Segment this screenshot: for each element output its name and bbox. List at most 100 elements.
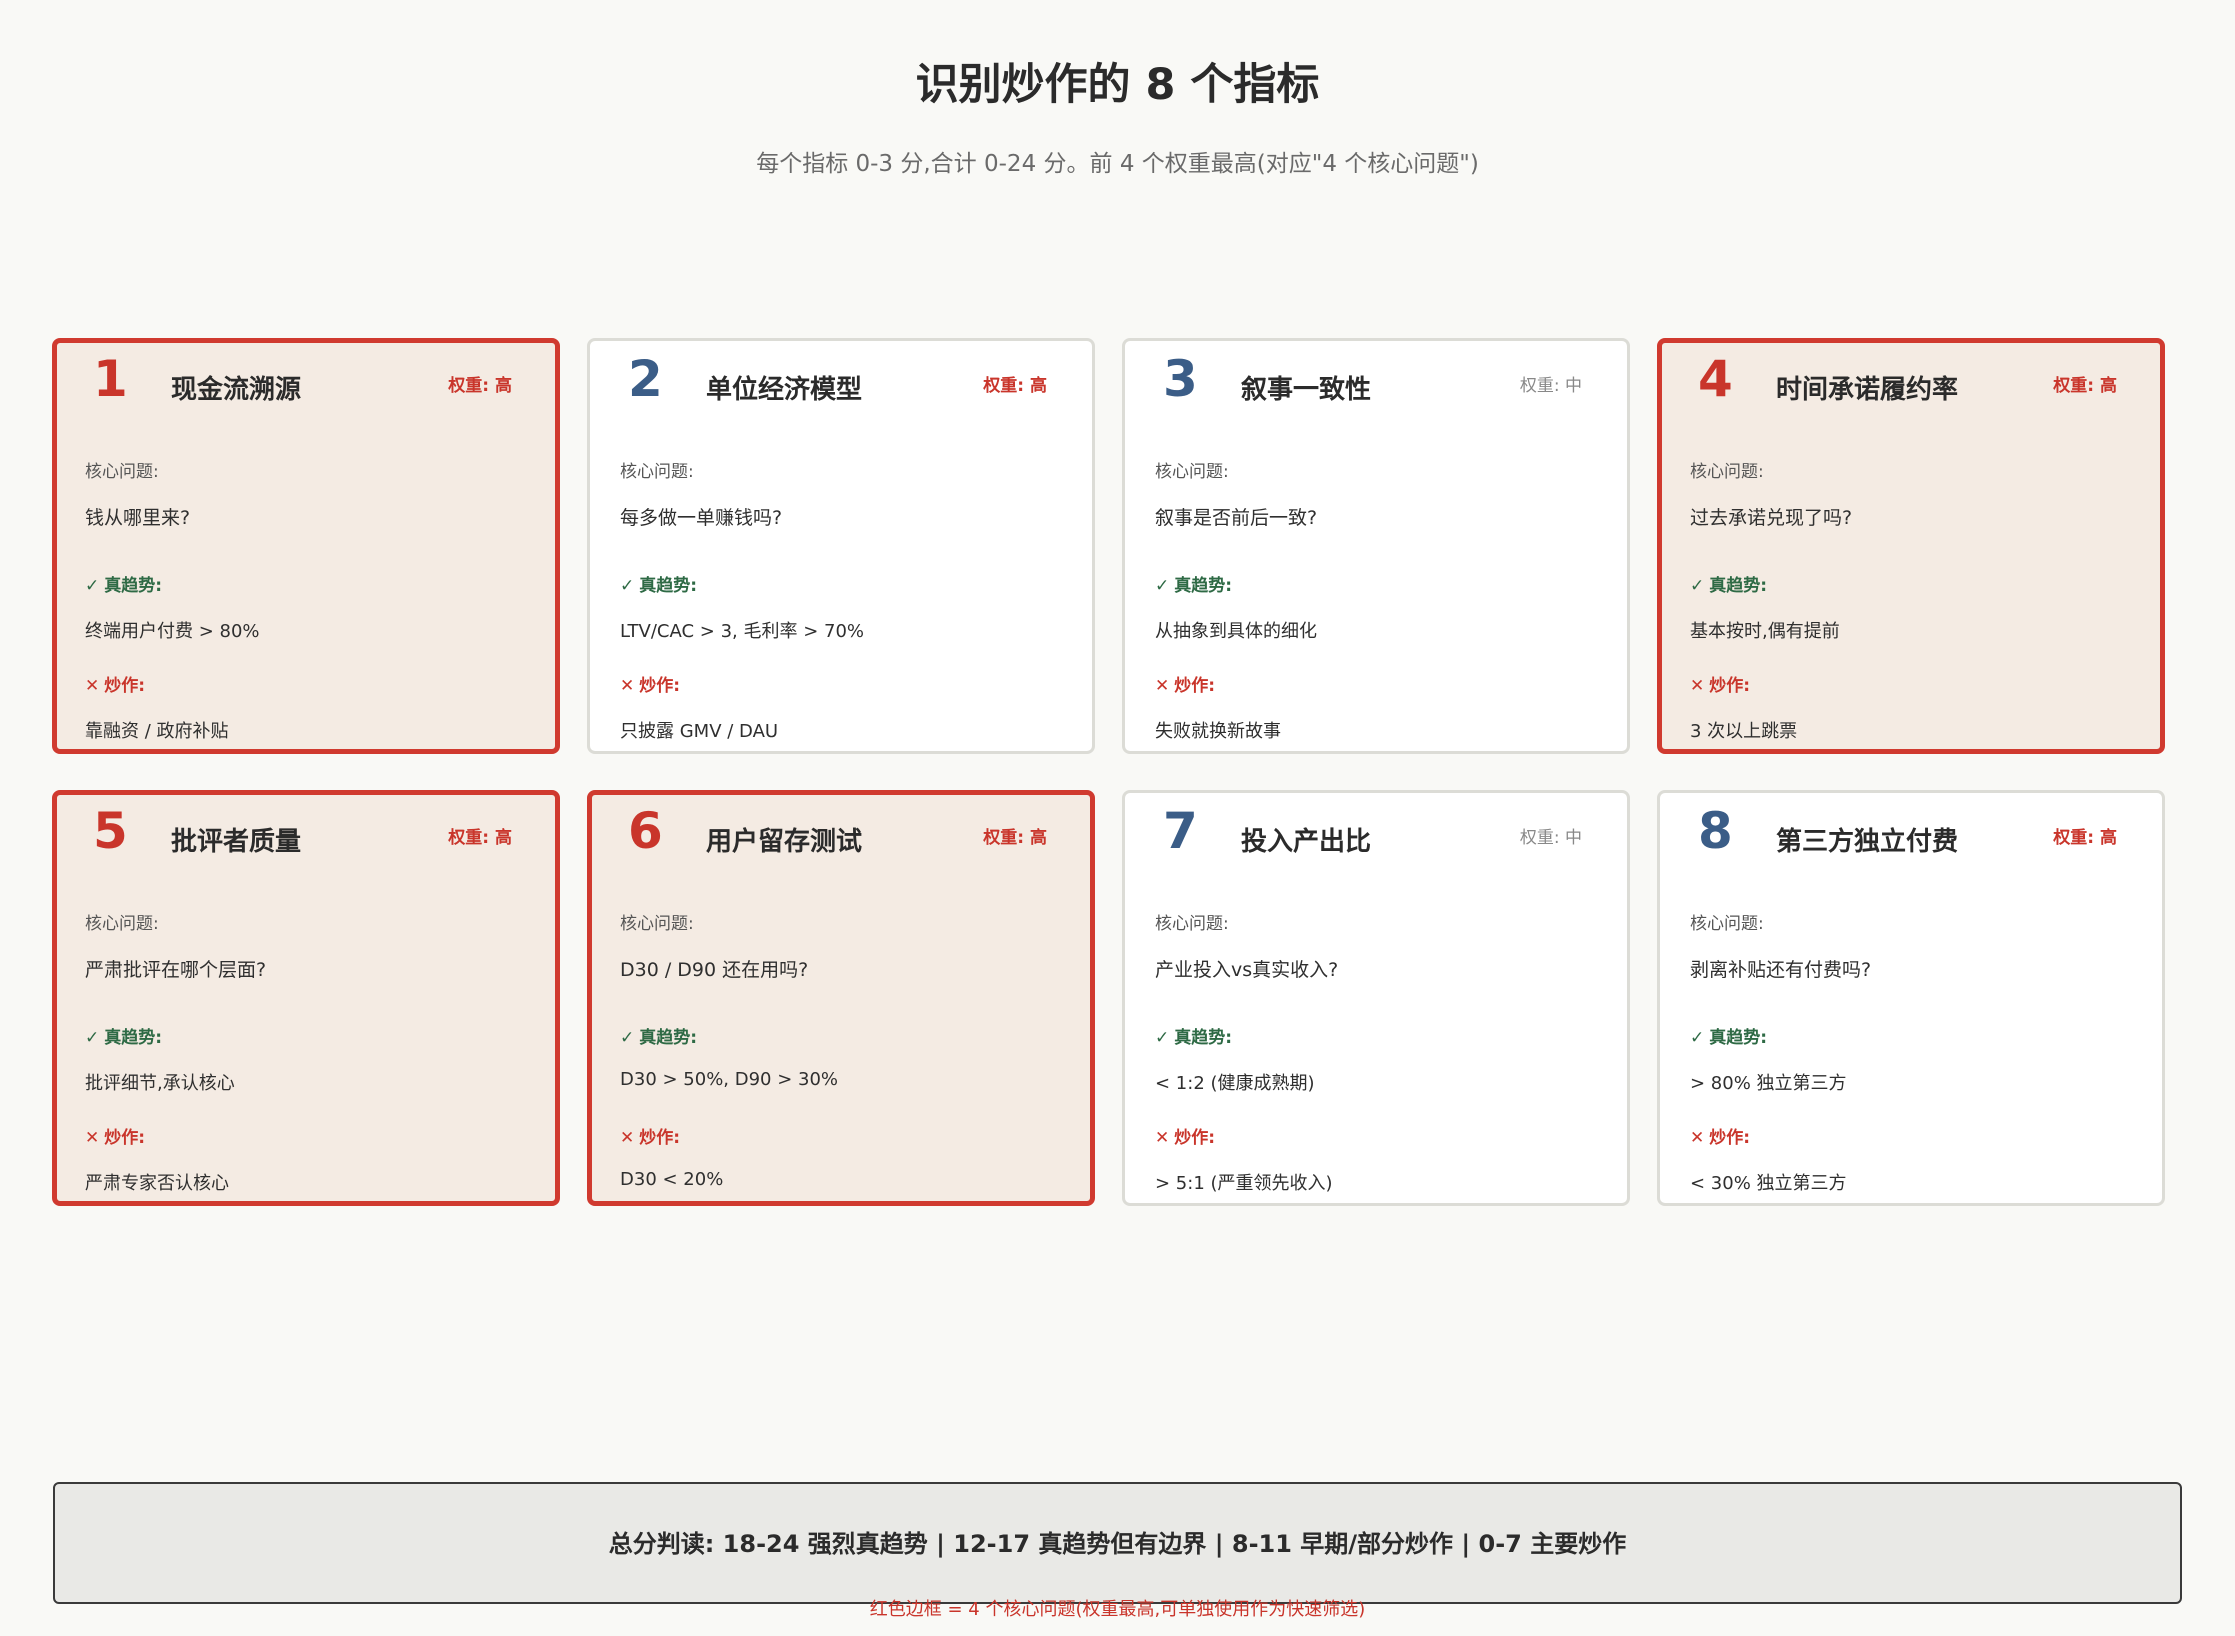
true-trend-text: 批评细节,承认核心 bbox=[85, 1073, 235, 1094]
true-trend-text: D30 > 50%, D90 > 30% bbox=[620, 1069, 839, 1090]
question-text: 过去承诺兑现了吗? bbox=[1690, 507, 1853, 529]
question-label: 核心问题: bbox=[85, 914, 159, 934]
check-icon: ✓ bbox=[1155, 1028, 1170, 1048]
true-trend-text: 终端用户付费 > 80% bbox=[85, 621, 260, 642]
indicator-card: 5 批评者质量 权重: 高 核心问题: 严肃批评在哪个层面? ✓ 真趋势: 批评细… bbox=[52, 790, 560, 1206]
indicator-title: 批评者质量 bbox=[171, 827, 302, 857]
true-trend-label: ✓ 真趋势: bbox=[85, 571, 162, 596]
indicator-title: 时间承诺履约率 bbox=[1776, 375, 1959, 405]
weight-badge: 权重: 高 bbox=[2053, 376, 2117, 396]
weight-badge: 权重: 高 bbox=[983, 376, 1047, 396]
question-text: 产业投入vs真实收入? bbox=[1155, 959, 1339, 981]
cross-icon: ✕ bbox=[620, 1128, 635, 1148]
true-trend-label-text: 真趋势: bbox=[1174, 576, 1233, 596]
hype-text: < 30% 独立第三方 bbox=[1690, 1173, 1847, 1194]
hype-label: ✕ 炒作: bbox=[620, 1123, 680, 1148]
true-trend-label: ✓ 真趋势: bbox=[1155, 571, 1232, 596]
hype-label: ✕ 炒作: bbox=[1690, 671, 1750, 696]
hype-label-text: 炒作: bbox=[1174, 676, 1216, 696]
indicator-title: 单位经济模型 bbox=[706, 375, 863, 405]
weight-badge: 权重: 中 bbox=[1519, 376, 1582, 396]
indicator-card: 3 叙事一致性 权重: 中 核心问题: 叙事是否前后一致? ✓ 真趋势: 从抽象到… bbox=[1122, 338, 1630, 754]
score-summary-text: 总分判读: 18-24 强烈真趋势 | 12-17 真趋势但有边界 | 8-11… bbox=[608, 1530, 1627, 1558]
true-trend-label-text: 真趋势: bbox=[639, 576, 698, 596]
true-trend-label-text: 真趋势: bbox=[104, 1028, 163, 1048]
weight-badge: 权重: 中 bbox=[1519, 828, 1582, 848]
true-trend-label: ✓ 真趋势: bbox=[620, 1023, 697, 1048]
check-icon: ✓ bbox=[1155, 576, 1170, 596]
indicator-number: 7 bbox=[1163, 802, 1198, 860]
true-trend-label-text: 真趋势: bbox=[1709, 1028, 1768, 1048]
hype-text: D30 < 20% bbox=[620, 1169, 724, 1190]
weight-badge: 权重: 高 bbox=[2053, 828, 2117, 848]
hype-label-text: 炒作: bbox=[639, 676, 681, 696]
hype-label-text: 炒作: bbox=[104, 676, 146, 696]
cross-icon: ✕ bbox=[85, 676, 100, 696]
true-trend-label: ✓ 真趋势: bbox=[85, 1023, 162, 1048]
question-label: 核心问题: bbox=[1155, 914, 1229, 934]
true-trend-label: ✓ 真趋势: bbox=[1690, 1023, 1767, 1048]
indicator-title: 叙事一致性 bbox=[1241, 375, 1372, 405]
hype-label-text: 炒作: bbox=[1709, 1128, 1751, 1148]
question-label: 核心问题: bbox=[85, 462, 159, 482]
indicator-card: 8 第三方独立付费 权重: 高 核心问题: 剥离补贴还有付费吗? ✓ 真趋势: >… bbox=[1657, 790, 2165, 1206]
indicator-number: 5 bbox=[93, 802, 128, 860]
question-text: 钱从哪里来? bbox=[85, 507, 191, 529]
check-icon: ✓ bbox=[1690, 576, 1705, 596]
indicator-card: 6 用户留存测试 权重: 高 核心问题: D30 / D90 还在用吗? ✓ 真趋… bbox=[587, 790, 1095, 1206]
true-trend-text: 从抽象到具体的细化 bbox=[1155, 621, 1317, 642]
true-trend-text: 基本按时,偶有提前 bbox=[1690, 621, 1840, 642]
hype-text: > 5:1 (严重领先收入) bbox=[1155, 1173, 1333, 1194]
indicator-card: 1 现金流溯源 权重: 高 核心问题: 钱从哪里来? ✓ 真趋势: 终端用户付费 … bbox=[52, 338, 560, 754]
indicator-number: 4 bbox=[1698, 350, 1733, 408]
question-text: 剥离补贴还有付费吗? bbox=[1690, 959, 1872, 981]
cross-icon: ✕ bbox=[1690, 1128, 1705, 1148]
true-trend-label-text: 真趋势: bbox=[104, 576, 163, 596]
hype-label: ✕ 炒作: bbox=[85, 671, 145, 696]
indicator-title: 用户留存测试 bbox=[706, 827, 863, 857]
hype-label: ✕ 炒作: bbox=[1690, 1123, 1750, 1148]
hype-label-text: 炒作: bbox=[104, 1128, 146, 1148]
true-trend-text: < 1:2 (健康成熟期) bbox=[1155, 1073, 1315, 1094]
question-label: 核心问题: bbox=[1155, 462, 1229, 482]
question-label: 核心问题: bbox=[1690, 914, 1764, 934]
check-icon: ✓ bbox=[85, 576, 100, 596]
true-trend-label-text: 真趋势: bbox=[1174, 1028, 1233, 1048]
hype-text: 严肃专家否认核心 bbox=[85, 1173, 229, 1194]
hype-label: ✕ 炒作: bbox=[620, 671, 680, 696]
indicator-card: 4 时间承诺履约率 权重: 高 核心问题: 过去承诺兑现了吗? ✓ 真趋势: 基本… bbox=[1657, 338, 2165, 754]
check-icon: ✓ bbox=[1690, 1028, 1705, 1048]
hype-label-text: 炒作: bbox=[1709, 676, 1751, 696]
question-label: 核心问题: bbox=[620, 462, 694, 482]
question-label: 核心问题: bbox=[1690, 462, 1764, 482]
page-title: 识别炒作的 8 个指标 bbox=[915, 60, 1320, 110]
cross-icon: ✕ bbox=[1155, 676, 1170, 696]
indicator-grid: 1 现金流溯源 权重: 高 核心问题: 钱从哪里来? ✓ 真趋势: 终端用户付费 … bbox=[52, 338, 2168, 1206]
question-text: 严肃批评在哪个层面? bbox=[85, 959, 267, 981]
hype-label-text: 炒作: bbox=[639, 1128, 681, 1148]
hype-label: ✕ 炒作: bbox=[1155, 671, 1215, 696]
question-text: 叙事是否前后一致? bbox=[1155, 507, 1318, 529]
weight-badge: 权重: 高 bbox=[448, 376, 512, 396]
indicator-number: 6 bbox=[628, 802, 663, 860]
check-icon: ✓ bbox=[620, 576, 635, 596]
indicator-number: 1 bbox=[93, 350, 128, 408]
indicator-title: 投入产出比 bbox=[1241, 827, 1372, 857]
question-text: 每多做一单赚钱吗? bbox=[620, 507, 783, 529]
hype-text: 3 次以上跳票 bbox=[1690, 721, 1798, 742]
page-subtitle: 每个指标 0-3 分,合计 0-24 分。前 4 个权重最高(对应"4 个核心问… bbox=[756, 151, 1479, 177]
check-icon: ✓ bbox=[620, 1028, 635, 1048]
true-trend-label-text: 真趋势: bbox=[639, 1028, 698, 1048]
hype-label: ✕ 炒作: bbox=[1155, 1123, 1215, 1148]
true-trend-label-text: 真趋势: bbox=[1709, 576, 1768, 596]
cross-icon: ✕ bbox=[85, 1128, 100, 1148]
hype-label-text: 炒作: bbox=[1174, 1128, 1216, 1148]
hype-label: ✕ 炒作: bbox=[85, 1123, 145, 1148]
indicator-number: 2 bbox=[628, 350, 663, 408]
question-text: D30 / D90 还在用吗? bbox=[620, 959, 809, 981]
indicator-title: 现金流溯源 bbox=[171, 375, 302, 405]
weight-badge: 权重: 高 bbox=[448, 828, 512, 848]
legend-footnote: 红色边框 = 4 个核心问题(权重最高,可单独使用作为快速筛选) bbox=[869, 1599, 1366, 1620]
weight-badge: 权重: 高 bbox=[983, 828, 1047, 848]
hype-text: 只披露 GMV / DAU bbox=[620, 721, 779, 742]
